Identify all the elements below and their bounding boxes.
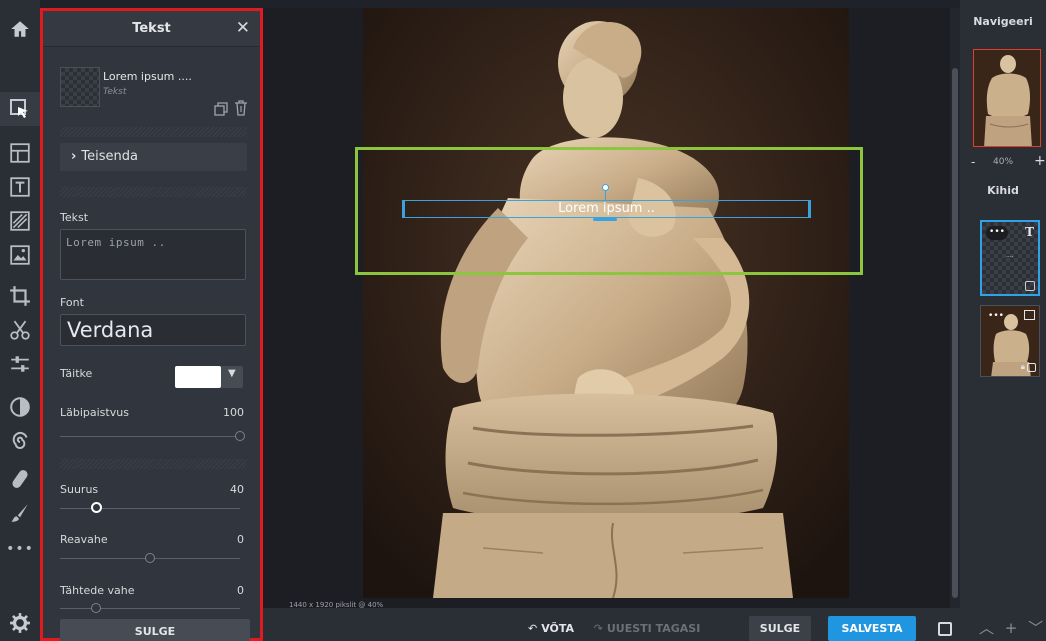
line-spacing-label: Reavahe xyxy=(60,533,108,546)
text-input-value: Lorem ipsum .. xyxy=(66,236,166,249)
settings-icon[interactable] xyxy=(0,606,40,640)
vertical-scrollbar[interactable] xyxy=(950,8,960,608)
more-icon[interactable]: ••• xyxy=(0,532,40,566)
font-value: Verdana xyxy=(67,318,154,342)
layers-title: Kihid xyxy=(987,184,1019,197)
adjust-icon[interactable] xyxy=(0,347,40,381)
divider xyxy=(60,127,247,137)
lock-icon[interactable]: 🔒︎ xyxy=(1021,362,1025,372)
crop-icon[interactable] xyxy=(0,279,40,313)
tool-rail: ••• xyxy=(0,0,40,641)
image-layer-icon xyxy=(1024,310,1035,320)
contrast-icon[interactable] xyxy=(0,390,40,424)
layer-text-thumbnail[interactable]: ••• T .... xyxy=(980,220,1040,296)
text-object[interactable]: Lorem ipsum .. xyxy=(402,200,811,218)
text-tool-icon[interactable] xyxy=(0,170,40,204)
size-slider-handle[interactable] xyxy=(91,502,102,513)
bandage-icon[interactable] xyxy=(0,462,40,496)
layer-menu-icon[interactable]: ••• xyxy=(985,310,1007,324)
close-panel-label: SULGE xyxy=(134,625,176,638)
brush-icon[interactable] xyxy=(0,496,40,530)
add-layer-icon[interactable]: + xyxy=(1005,619,1018,637)
save-button[interactable]: SALVESTA xyxy=(828,616,916,641)
opacity-label: Läbipaistvus xyxy=(60,406,129,419)
home-icon[interactable] xyxy=(0,12,40,46)
redo-button[interactable]: ↷ UUESTI TAGASI xyxy=(585,616,709,641)
undo-button[interactable]: ↶ VÕTA xyxy=(521,616,581,641)
opacity-slider-handle[interactable] xyxy=(235,431,245,441)
undo-label: VÕTA xyxy=(541,622,575,635)
chevron-down-icon[interactable]: ﹀ xyxy=(1028,619,1043,637)
scrollbar-thumb[interactable] xyxy=(952,68,958,598)
text-label: Tekst xyxy=(60,211,89,224)
size-value: 40 xyxy=(230,483,244,496)
undo-icon: ↶ xyxy=(527,622,538,635)
layer-type: Tekst xyxy=(103,87,127,97)
letter-spacing-value: 0 xyxy=(237,584,244,597)
text-input[interactable]: Lorem ipsum .. xyxy=(60,229,246,280)
rotate-handle[interactable] xyxy=(602,184,609,191)
line-spacing-slider-handle[interactable] xyxy=(145,553,155,563)
zoom-level: 40% xyxy=(993,157,1014,167)
text-layer-icon: T xyxy=(1025,225,1034,239)
trash-icon[interactable] xyxy=(234,100,248,116)
canvas-area[interactable]: Lorem ipsum .. 1440 x 1920 pikslit @ 40% xyxy=(263,8,960,609)
chevron-up-icon[interactable]: ︿ xyxy=(979,619,994,637)
divider xyxy=(60,187,247,197)
zoom-out-button[interactable]: - xyxy=(971,155,975,169)
image-icon[interactable] xyxy=(0,238,40,272)
close-icon[interactable]: ✕ xyxy=(236,18,250,38)
fill-color-swatch[interactable] xyxy=(175,366,221,388)
layout-icon[interactable] xyxy=(0,136,40,170)
statue-photo xyxy=(363,8,849,598)
size-slider[interactable] xyxy=(60,508,240,509)
bottom-bar: ↶ VÕTA ↷ UUESTI TAGASI SULGE SALVESTA ︿ + … xyxy=(263,608,1046,641)
layer-visibility-checkbox[interactable] xyxy=(1027,363,1036,372)
layer-menu-icon[interactable]: ••• xyxy=(986,226,1008,240)
transform-toggle[interactable]: › Teisenda xyxy=(60,143,247,171)
layer-name: Lorem ipsum .... xyxy=(103,70,192,83)
letter-spacing-slider[interactable] xyxy=(60,608,240,609)
line-spacing-value: 0 xyxy=(237,533,244,546)
move-handle[interactable] xyxy=(593,218,617,221)
divider xyxy=(60,459,247,469)
letter-spacing-label: Tähtede vahe xyxy=(60,584,135,597)
opacity-value: 100 xyxy=(223,406,244,419)
layer-controls: ︿ + ﹀ xyxy=(979,617,1043,638)
letter-spacing-slider-handle[interactable] xyxy=(91,603,101,613)
text-panel: Tekst ✕ Lorem ipsum .... Tekst › Teisenda… xyxy=(40,8,263,641)
font-label: Font xyxy=(60,296,84,309)
redo-icon: ↷ xyxy=(593,622,603,635)
layer-image-thumbnail[interactable]: ••• 🔒︎ xyxy=(980,305,1040,377)
duplicate-icon[interactable] xyxy=(214,102,228,116)
redo-label: UUESTI TAGASI xyxy=(606,622,701,635)
layer-preview-text: .... xyxy=(1006,252,1014,259)
canvas-text: Lorem ipsum .. xyxy=(558,201,655,216)
zoom-in-button[interactable]: + xyxy=(1034,153,1046,169)
fill-label: Täitke xyxy=(60,367,93,380)
layer-thumbnail xyxy=(60,67,100,107)
layer-visibility-checkbox[interactable] xyxy=(1025,281,1035,291)
navigator-thumbnail[interactable] xyxy=(973,49,1041,147)
rotate-line xyxy=(605,191,606,200)
panel-title: Tekst xyxy=(132,21,171,36)
scissors-icon[interactable] xyxy=(0,313,40,347)
navigator-title: Navigeeri xyxy=(973,15,1033,28)
close-panel-button[interactable]: SULGE xyxy=(60,619,250,641)
select-tool-icon[interactable] xyxy=(0,92,40,126)
chevron-down-icon: ▼ xyxy=(228,368,236,379)
size-label: Suurus xyxy=(60,483,99,496)
close-button[interactable]: SULGE xyxy=(749,616,811,641)
fill-dropdown[interactable]: ▼ xyxy=(221,366,243,388)
font-select[interactable]: Verdana xyxy=(60,314,246,346)
texture-icon[interactable] xyxy=(0,204,40,238)
transform-label: Teisenda xyxy=(81,149,138,164)
spiral-icon[interactable] xyxy=(0,425,40,459)
panel-header: Tekst ✕ xyxy=(43,11,260,47)
right-panel: Navigeeri - 40% + Kihid ••• T .... ••• 🔒… xyxy=(960,0,1046,641)
expand-icon[interactable] xyxy=(938,622,952,636)
opacity-slider[interactable] xyxy=(60,436,240,437)
